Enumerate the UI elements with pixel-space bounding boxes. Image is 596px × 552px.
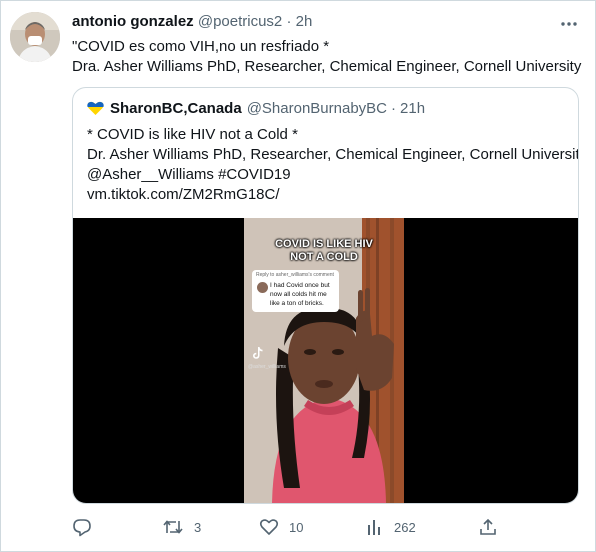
like-count: 10: [289, 519, 304, 535]
reply-meta: Reply to asher_williams's comment: [256, 272, 334, 278]
tweet-header: antonio gonzalez @poetricus2 · 2h: [72, 13, 312, 30]
video-overlay-title: COVID IS LIKE HIV NOT A COLD: [244, 238, 404, 264]
retweet-count: 3: [194, 519, 202, 535]
bar-chart-icon: [368, 520, 380, 535]
quoted-text-line: @Asher__Williams #COVID19: [87, 166, 291, 183]
video-player[interactable]: COVID IS LIKE HIV NOT A COLD Reply to as…: [73, 218, 578, 503]
retweet-icon: [163, 520, 183, 534]
quoted-link[interactable]: vm.tiktok.com/ZM2RmG18C/: [87, 185, 578, 205]
overlay-title-line: COVID IS LIKE HIV: [275, 238, 373, 250]
reply-avatar: [257, 282, 268, 293]
author-name[interactable]: antonio gonzalez: [72, 13, 194, 30]
quoted-time[interactable]: 21h: [400, 100, 425, 117]
views-count: 262: [394, 519, 416, 535]
tweet-text: "COVID es como VIH,no un resfriado * Dra…: [72, 37, 581, 77]
tiktok-handle: @asher_williams: [248, 364, 286, 370]
action-bar: 3 10 262: [72, 516, 502, 538]
overlay-title-line: NOT A COLD: [290, 251, 358, 263]
tweet-text-line: Dra. Asher Williams PhD, Researcher, Che…: [72, 58, 582, 75]
video-frame: COVID IS LIKE HIV NOT A COLD Reply to as…: [244, 218, 404, 503]
reply-button[interactable]: [72, 516, 106, 538]
quoted-separator: ·: [391, 100, 397, 117]
reply-icon: [73, 519, 91, 537]
quoted-text-line: * COVID is like HIV not a Cold *: [87, 126, 298, 143]
tweet-text-line: "COVID es como VIH,no un resfriado *: [72, 38, 330, 55]
author-avatar[interactable]: [10, 12, 60, 62]
heart-icon: [259, 519, 279, 535]
like-button[interactable]: 10: [259, 516, 303, 538]
share-icon: [480, 518, 496, 535]
quoted-author-handle[interactable]: @SharonBurnabyBC: [247, 100, 387, 117]
author-handle[interactable]: @poetricus2: [198, 13, 282, 30]
reply-text: I had Covid once but now all colds hit m…: [270, 282, 330, 307]
tiktok-reply-bubble: Reply to asher_williams's comment I had …: [252, 270, 339, 312]
quoted-text-line: Dr. Asher Williams PhD, Researcher, Chem…: [87, 146, 579, 163]
quoted-text: * COVID is like HIV not a Cold * Dr. Ash…: [87, 125, 579, 205]
quoted-author-name[interactable]: SharonBC,Canada: [110, 100, 242, 117]
tiktok-logo-icon: [253, 347, 263, 359]
quoted-tweet[interactable]: SharonBC,Canada @SharonBurnabyBC · 21h *…: [72, 87, 579, 504]
views-button[interactable]: 262: [366, 516, 416, 538]
tweet-time[interactable]: 2h: [296, 13, 313, 30]
blue-yellow-heart-icon: [87, 101, 104, 115]
more-options-icon[interactable]: [558, 14, 580, 34]
header-separator: ·: [286, 13, 292, 30]
quoted-header: SharonBC,Canada @SharonBurnabyBC · 21h: [87, 100, 425, 117]
share-button[interactable]: [478, 516, 498, 538]
retweet-button[interactable]: 3: [162, 516, 201, 538]
